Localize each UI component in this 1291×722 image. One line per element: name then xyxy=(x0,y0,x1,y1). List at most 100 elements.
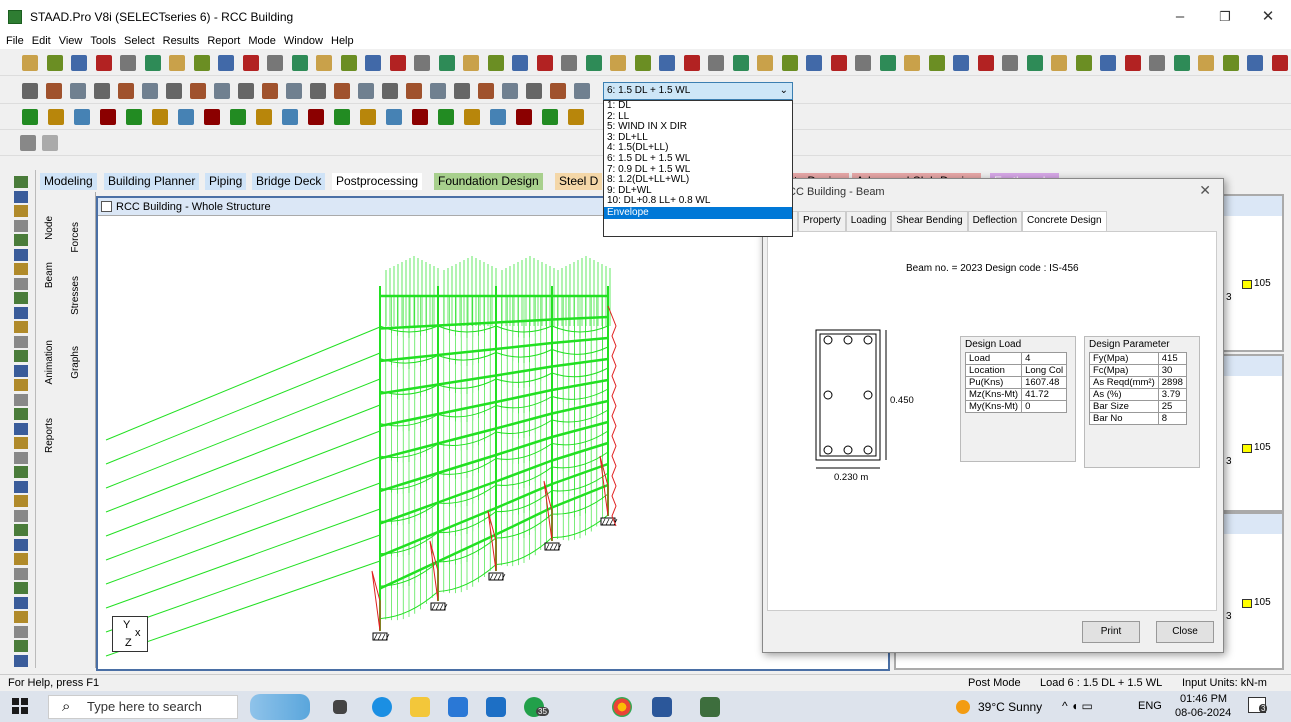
load-option[interactable]: 10: DL+0.8 LL+ 0.8 WL xyxy=(604,196,792,207)
toolbar-tool-icon[interactable] xyxy=(438,109,454,125)
toolbar-tool-icon[interactable] xyxy=(430,83,446,99)
language-indicator[interactable]: ENG xyxy=(1138,700,1162,712)
toolbar-tool-icon[interactable] xyxy=(634,55,651,71)
left-tool-icon[interactable] xyxy=(14,335,28,348)
tab-foundation-design[interactable]: Foundation Design xyxy=(434,173,543,190)
left-tool-icon[interactable] xyxy=(14,553,28,565)
weather-text[interactable]: 39°C Sunny xyxy=(978,700,1042,714)
toolbar-tool-icon[interactable] xyxy=(977,55,994,71)
toolbar-tool-icon[interactable] xyxy=(20,135,36,151)
left-tool-icon[interactable] xyxy=(14,567,28,580)
left-tool-icon[interactable] xyxy=(14,654,28,667)
left-tool-icon[interactable] xyxy=(14,205,28,217)
word-icon[interactable] xyxy=(652,697,672,717)
windows-start-icon[interactable] xyxy=(12,698,28,714)
toolbar-tool-icon[interactable] xyxy=(478,83,494,99)
load-option[interactable]: 6: 1.5 DL + 1.5 WL xyxy=(604,153,792,165)
left-tool-icon[interactable] xyxy=(14,596,28,609)
clock-date[interactable]: 08-06-2024 xyxy=(1175,707,1231,719)
toolbar-tool-icon[interactable] xyxy=(585,55,602,71)
toolbar-tool-icon[interactable] xyxy=(218,55,234,71)
toolbar-tool-icon[interactable] xyxy=(94,83,110,99)
toolbar-tool-icon[interactable] xyxy=(193,55,210,71)
left-tool-icon[interactable] xyxy=(14,582,28,594)
toolbar-tool-icon[interactable] xyxy=(1149,55,1165,71)
toolbar-tool-icon[interactable] xyxy=(144,55,161,71)
tray-icons[interactable]: ^ ◖ ▭ xyxy=(1062,699,1093,713)
toolbar-tool-icon[interactable] xyxy=(46,55,63,71)
left-tool-icon[interactable] xyxy=(14,248,28,261)
task-view-icon[interactable] xyxy=(333,700,347,714)
tab-property[interactable]: Property xyxy=(798,211,846,231)
toolbar-tool-icon[interactable] xyxy=(389,55,406,71)
toolbar-tool-icon[interactable] xyxy=(659,55,675,71)
tab-steel-design[interactable]: Steel D xyxy=(555,173,603,190)
toolbar-tool-icon[interactable] xyxy=(904,55,920,71)
toolbar-tool-icon[interactable] xyxy=(238,83,254,99)
toolbar-tool-icon[interactable] xyxy=(190,83,206,99)
menu-results[interactable]: Results xyxy=(163,33,200,49)
toolbar-tool-icon[interactable] xyxy=(316,55,332,71)
toolbar-tool-icon[interactable] xyxy=(262,83,278,99)
toolbar-tool-icon[interactable] xyxy=(490,109,506,125)
toolbar-tool-icon[interactable] xyxy=(267,55,283,71)
toolbar-tool-icon[interactable] xyxy=(70,83,86,99)
left-tool-icon[interactable] xyxy=(14,451,28,464)
toolbar-tool-icon[interactable] xyxy=(1075,55,1092,71)
toolbar-tool-icon[interactable] xyxy=(48,109,64,125)
toolbar-tool-icon[interactable] xyxy=(830,55,847,71)
chrome-icon[interactable] xyxy=(612,697,632,717)
dialog-close-icon[interactable]: ✕ xyxy=(1199,182,1211,199)
toolbar-tool-icon[interactable] xyxy=(879,55,896,71)
left-tool-icon[interactable] xyxy=(14,277,28,290)
toolbar-tool-icon[interactable] xyxy=(574,83,590,99)
toolbar-tool-icon[interactable] xyxy=(1026,55,1043,71)
left-tool-icon[interactable] xyxy=(14,393,28,406)
menu-tools[interactable]: Tools xyxy=(90,33,116,49)
left-tool-icon[interactable] xyxy=(14,364,28,377)
left-tool-icon[interactable] xyxy=(14,538,28,551)
toolbar-tool-icon[interactable] xyxy=(358,83,374,99)
left-tool-icon[interactable] xyxy=(14,263,28,275)
edge-icon[interactable] xyxy=(372,697,392,717)
toolbar-tool-icon[interactable] xyxy=(1198,55,1214,71)
toolbar-tool-icon[interactable] xyxy=(360,109,376,125)
toolbar-tool-icon[interactable] xyxy=(502,83,518,99)
left-tool-icon[interactable] xyxy=(14,408,28,420)
toolbar-tool-icon[interactable] xyxy=(365,55,381,71)
left-tool-icon[interactable] xyxy=(14,350,28,362)
toolbar-tool-icon[interactable] xyxy=(100,109,116,125)
load-case-select[interactable]: 6: 1.5 DL + 1.5 WL ⌄ xyxy=(603,82,793,100)
toolbar-tool-icon[interactable] xyxy=(516,109,532,125)
toolbar-tool-icon[interactable] xyxy=(757,55,773,71)
toolbar-tool-icon[interactable] xyxy=(414,55,430,71)
toolbar-tool-icon[interactable] xyxy=(282,109,298,125)
toolbar-tool-icon[interactable] xyxy=(512,55,528,71)
left-tool-icon[interactable] xyxy=(14,495,28,507)
left-tool-icon[interactable] xyxy=(14,625,28,638)
left-tool-icon[interactable] xyxy=(14,321,28,333)
side-tab-graphs[interactable]: Graphs xyxy=(70,346,81,379)
left-tool-icon[interactable] xyxy=(14,190,28,203)
toolbar-tool-icon[interactable] xyxy=(568,109,584,125)
toolbar-tool-icon[interactable] xyxy=(463,55,479,71)
toolbar-tool-icon[interactable] xyxy=(74,109,90,125)
left-tool-icon[interactable] xyxy=(14,176,28,188)
left-tool-icon[interactable] xyxy=(14,379,28,391)
dolphin-widget-icon[interactable] xyxy=(250,694,310,720)
left-tool-icon[interactable] xyxy=(14,509,28,522)
tab-piping[interactable]: Piping xyxy=(205,173,247,190)
side-tab-forces[interactable]: Forces xyxy=(70,222,81,253)
toolbar-tool-icon[interactable] xyxy=(178,109,194,125)
tab-concrete-design[interactable]: Concrete Design xyxy=(1022,211,1107,231)
clock-time[interactable]: 01:46 PM xyxy=(1180,693,1227,705)
left-tool-icon[interactable] xyxy=(14,437,28,449)
toolbar-tool-icon[interactable] xyxy=(542,109,558,125)
load-option[interactable]: 1: DL xyxy=(604,100,792,112)
toolbar-tool-icon[interactable] xyxy=(1051,55,1067,71)
toolbar-tool-icon[interactable] xyxy=(406,83,422,99)
toolbar-tool-icon[interactable] xyxy=(536,55,553,71)
toolbar-tool-icon[interactable] xyxy=(1247,55,1263,71)
left-tool-icon[interactable] xyxy=(14,306,28,319)
side-tab-node[interactable]: Node xyxy=(44,216,55,240)
